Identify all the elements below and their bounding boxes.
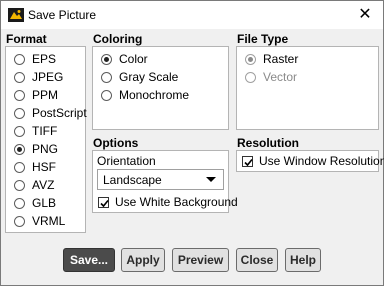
radio-button[interactable] [14, 53, 25, 65]
coloring-option-gray-scale[interactable]: Gray Scale [101, 69, 178, 85]
format-option-hsf[interactable]: HSF [14, 159, 56, 175]
radio-button[interactable] [101, 71, 112, 83]
options-panel: Orientation Landscape Use White Backgrou… [92, 150, 238, 213]
file-type-option-vector: Vector [245, 69, 297, 85]
format-option-glb[interactable]: GLB [14, 195, 56, 211]
coloring-option-color[interactable]: Color [101, 51, 148, 67]
radio-button[interactable] [14, 107, 25, 119]
white-background-checkbox[interactable] [98, 196, 109, 208]
help-button[interactable]: Help [285, 248, 321, 272]
options-title: Options [93, 136, 139, 150]
radio-button-selected[interactable] [101, 53, 112, 65]
dropdown-arrow-icon [206, 177, 216, 182]
app-icon [8, 8, 24, 22]
format-option-postscript[interactable]: PostScript [14, 105, 87, 121]
orientation-select[interactable]: Landscape [97, 169, 224, 190]
format-option-avz[interactable]: AVZ [14, 177, 54, 193]
checkmark-icon [244, 158, 253, 166]
format-label: PPM [32, 88, 59, 102]
preview-button[interactable]: Preview [172, 248, 229, 272]
format-label: PostScript [32, 106, 87, 120]
coloring-label: Gray Scale [119, 70, 179, 84]
radio-button[interactable] [14, 161, 25, 173]
close-button[interactable]: Close [236, 248, 278, 272]
format-label: GLB [32, 196, 57, 210]
format-option-eps[interactable]: EPS [14, 51, 56, 67]
format-label: TIFF [32, 124, 58, 138]
format-option-tiff[interactable]: TIFF [14, 123, 57, 139]
format-panel: EPS JPEG PPM PostScript TIFF PNG HSF AVZ… [5, 46, 87, 233]
orientation-value: Landscape [103, 173, 162, 187]
format-label: EPS [32, 52, 57, 66]
format-option-vrml[interactable]: VRML [14, 213, 65, 229]
coloring-label: Monochrome [119, 88, 190, 102]
radio-button[interactable] [14, 71, 25, 83]
white-background-checkbox-row[interactable]: Use White Background [98, 194, 238, 210]
orientation-label: Orientation [97, 154, 156, 168]
file-type-label: Raster [263, 52, 299, 66]
radio-button[interactable] [14, 197, 25, 209]
close-icon[interactable]: ✕ [352, 3, 378, 27]
radio-button[interactable] [14, 125, 25, 137]
radio-button-selected [245, 53, 256, 65]
coloring-label: Color [119, 52, 148, 66]
format-title: Format [6, 32, 47, 46]
format-label: HSF [32, 160, 56, 174]
file-type-panel: Raster Vector [236, 46, 379, 130]
file-type-label: Vector [263, 70, 298, 84]
format-option-jpeg[interactable]: JPEG [14, 69, 63, 85]
format-option-ppm[interactable]: PPM [14, 87, 58, 103]
format-label: JPEG [32, 70, 64, 84]
radio-button-selected[interactable] [14, 143, 25, 155]
format-label: PNG [32, 142, 59, 156]
format-option-png[interactable]: PNG [14, 141, 58, 157]
radio-button[interactable] [14, 179, 25, 191]
format-label: VRML [32, 214, 66, 228]
checkmark-icon [100, 199, 109, 207]
window-resolution-checkbox-row[interactable]: Use Window Resolution [242, 153, 384, 169]
coloring-title: Coloring [93, 32, 143, 46]
window-resolution-label: Use Window Resolution [259, 154, 384, 168]
white-background-label: Use White Background [115, 195, 238, 209]
title-bar: Save Picture ✕ [1, 1, 383, 29]
format-label: AVZ [32, 178, 55, 192]
radio-button-disabled [245, 71, 256, 83]
file-type-title: File Type [237, 32, 289, 46]
save-picture-dialog: Save Picture ✕ Format EPS JPEG PPM PostS… [0, 0, 384, 286]
apply-button[interactable]: Apply [121, 248, 165, 272]
radio-button[interactable] [101, 89, 112, 101]
radio-button[interactable] [14, 215, 25, 227]
coloring-option-monochrome[interactable]: Monochrome [101, 87, 189, 103]
window-resolution-checkbox[interactable] [242, 155, 253, 167]
resolution-title: Resolution [237, 136, 299, 150]
save-button[interactable]: Save... [63, 248, 115, 272]
resolution-panel: Use Window Resolution [236, 150, 384, 172]
window-title: Save Picture [28, 8, 97, 22]
coloring-panel: Color Gray Scale Monochrome [92, 46, 229, 130]
radio-button[interactable] [14, 89, 25, 101]
file-type-option-raster[interactable]: Raster [245, 51, 298, 67]
